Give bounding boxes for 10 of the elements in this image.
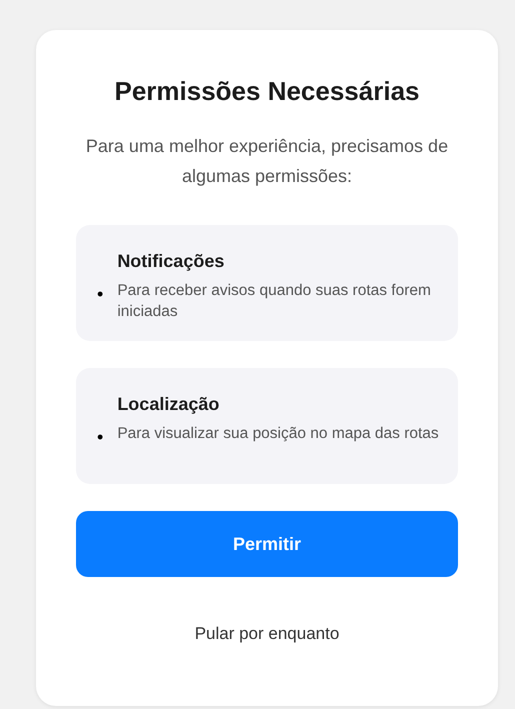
bullet: •	[97, 426, 104, 448]
permission-title: Notificações	[117, 251, 226, 272]
dialog-subtitle: Para uma melhor experiência, precisamos de algumas permissões:	[84, 135, 450, 188]
skip-link[interactable]: Pular por enquanto	[188, 623, 346, 645]
allow-button[interactable]: Permitir	[76, 511, 458, 577]
permission-description: Para visualizar sua posição no mapa das rotas	[117, 424, 439, 444]
permission-title: Localização	[117, 394, 220, 415]
dialog-title: Permissões Necessárias	[113, 76, 420, 107]
permission-description: Para receber avisos quando suas rotas forem iniciadas	[117, 281, 432, 322]
bullet: •	[97, 284, 104, 304]
